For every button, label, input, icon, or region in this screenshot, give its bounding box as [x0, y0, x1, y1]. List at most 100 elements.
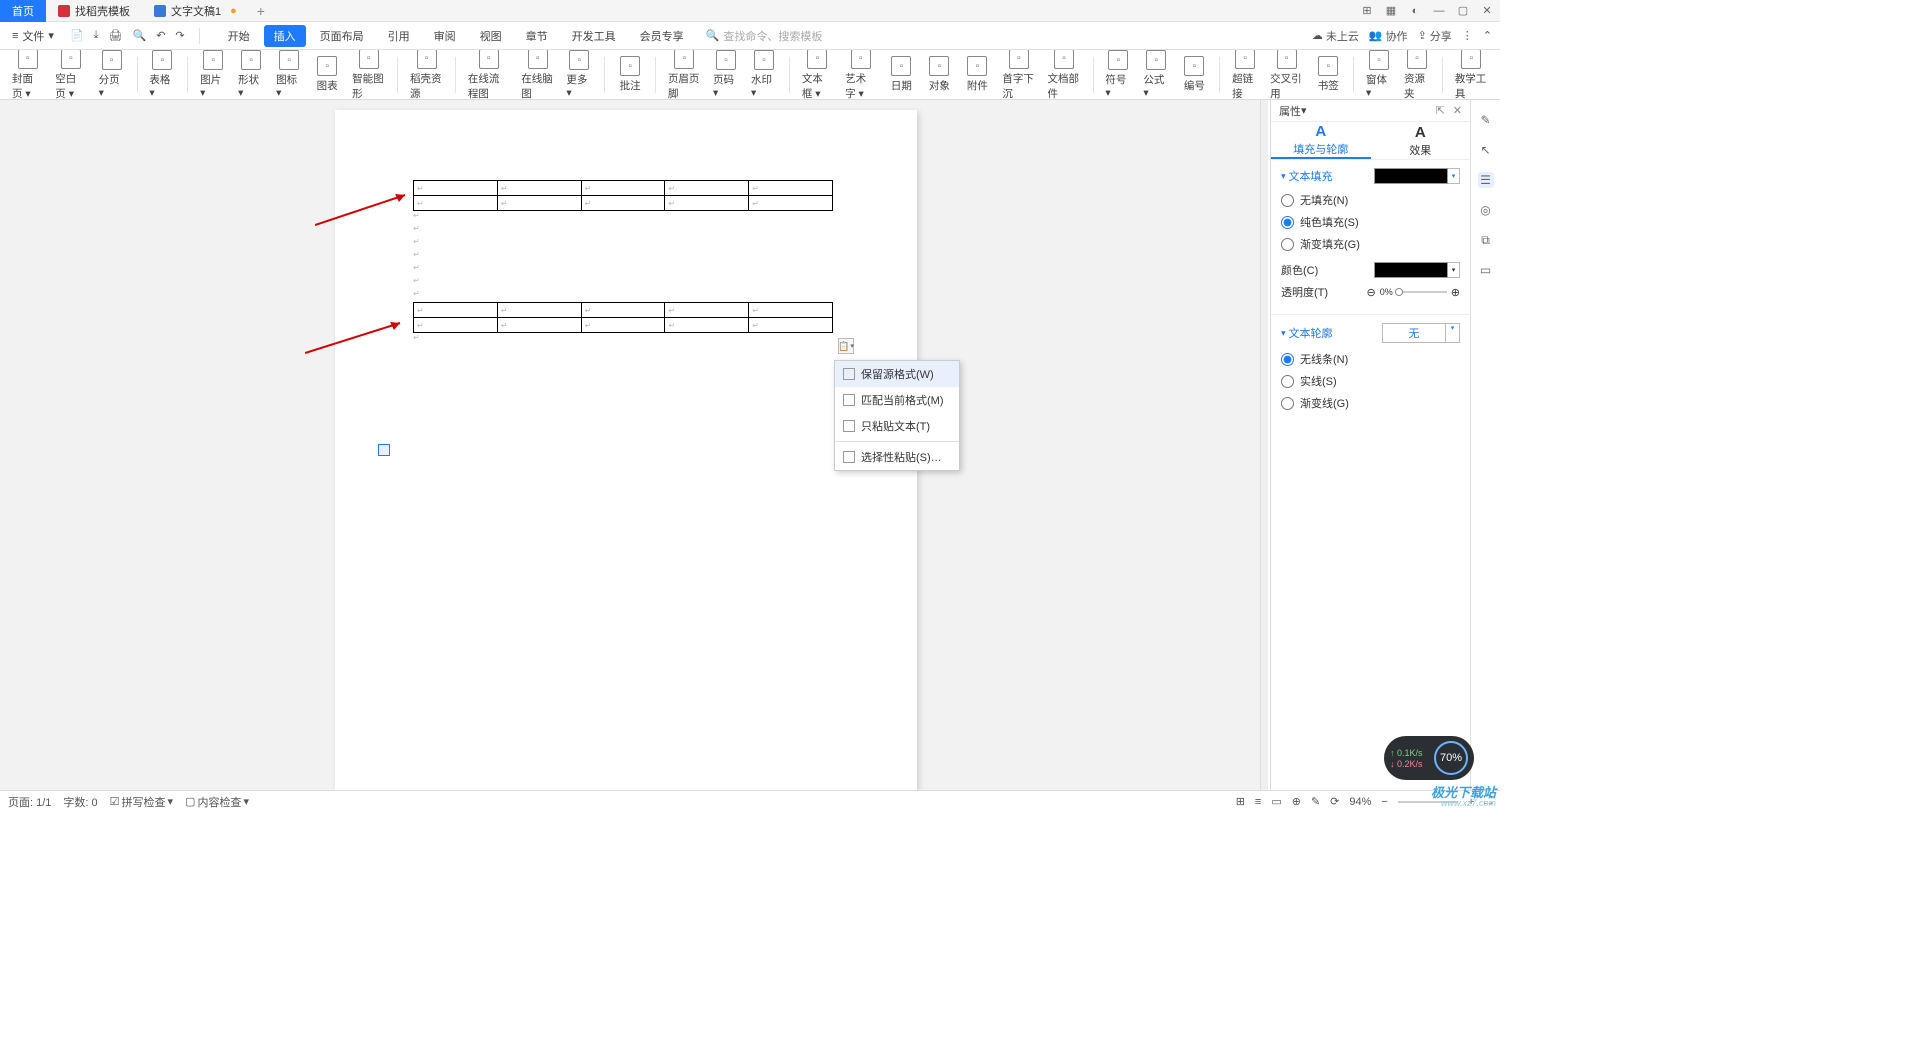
tab-add[interactable]: +: [249, 3, 273, 19]
ribbon-封面页[interactable]: ▫封面页 ▾: [8, 50, 47, 100]
more-icon[interactable]: ⋮: [1462, 29, 1473, 42]
ribbon-符号[interactable]: ▫符号 ▾: [1101, 50, 1135, 99]
view-print-icon[interactable]: ≡: [1255, 796, 1261, 808]
opt-solid-line[interactable]: 实线(S): [1281, 373, 1460, 389]
tab-effect[interactable]: A效果: [1371, 122, 1471, 159]
menu-视图[interactable]: 视图: [470, 25, 512, 47]
ribbon-资源夹[interactable]: ▫资源夹: [1400, 50, 1434, 100]
ribbon-页码[interactable]: ▫页码 ▾: [709, 50, 743, 99]
menu-text-only[interactable]: 只粘贴文本(T): [835, 413, 959, 439]
adjust-icon[interactable]: ☰: [1478, 172, 1494, 188]
ribbon-对象[interactable]: ▫对象: [922, 56, 956, 93]
word-count[interactable]: 字数: 0: [63, 794, 97, 810]
ribbon-空白页[interactable]: ▫空白页 ▾: [51, 50, 90, 100]
content-check[interactable]: ▢ 内容检查 ▾: [185, 794, 249, 810]
ribbon-日期[interactable]: ▫日期: [884, 56, 918, 93]
table-1[interactable]: ↵↵↵↵↵ ↵↵↵↵↵: [413, 180, 833, 211]
section-text-fill[interactable]: 文本填充 ▾: [1281, 168, 1460, 184]
ribbon-首字下沉[interactable]: ▫首字下沉: [998, 50, 1039, 100]
tab-template[interactable]: 找稻壳模板: [46, 0, 142, 22]
view-web-icon[interactable]: ⊞: [1236, 795, 1245, 808]
ribbon-页眉页脚[interactable]: ▫页眉页脚: [664, 50, 705, 100]
opt-no-fill[interactable]: 无填充(N): [1281, 192, 1460, 208]
maximize-button[interactable]: ▢: [1456, 4, 1470, 18]
view-focus-icon[interactable]: ✎: [1311, 795, 1320, 808]
fill-swatch[interactable]: [1374, 168, 1448, 184]
user-avatar-icon[interactable]: ◐: [1408, 4, 1422, 18]
view-read-icon[interactable]: ⊕: [1292, 795, 1301, 808]
page-indicator[interactable]: 页面: 1/1: [8, 794, 51, 810]
fit-icon[interactable]: ⟳: [1330, 795, 1339, 808]
undo-icon[interactable]: ↶: [156, 29, 165, 42]
toolbox-icon[interactable]: ✎: [1478, 112, 1494, 128]
ai-icon[interactable]: ◎: [1478, 202, 1494, 218]
menu-插入[interactable]: 插入: [264, 25, 306, 47]
ribbon-形状[interactable]: ▫形状 ▾: [234, 50, 268, 99]
paste-smart-tag[interactable]: 📋: [838, 338, 854, 354]
page[interactable]: ↵↵↵↵↵ ↵↵↵↵↵ ↵↵↵ ↵↵↵ ↵ ↵↵↵↵↵ ↵↵↵↵↵ ↵: [335, 110, 917, 790]
chevron-up-icon[interactable]: ⌃: [1483, 29, 1492, 42]
ribbon-编号[interactable]: ▫编号: [1177, 56, 1211, 93]
menu-match-dest[interactable]: 匹配当前格式(M): [835, 387, 959, 413]
menu-引用[interactable]: 引用: [378, 25, 420, 47]
book-icon[interactable]: ▭: [1478, 262, 1494, 278]
outline-select[interactable]: 无▾: [1382, 323, 1460, 343]
opt-solid-fill[interactable]: 纯色填充(S): [1281, 214, 1460, 230]
close-panel-icon[interactable]: ✕: [1453, 104, 1462, 117]
open-icon[interactable]: ⤓: [94, 29, 99, 42]
opt-grad-fill[interactable]: 渐变填充(G): [1281, 236, 1460, 252]
ribbon-稻壳资源[interactable]: ▫稻壳资源: [406, 50, 447, 100]
cloud-link[interactable]: ☁ 未上云: [1312, 28, 1359, 44]
section-text-outline[interactable]: 文本轮廓 无▾: [1281, 323, 1460, 343]
ribbon-图表[interactable]: ▫图表: [310, 56, 344, 93]
ribbon-文本框[interactable]: ▫文本框 ▾: [798, 50, 837, 100]
menu-开始[interactable]: 开始: [218, 25, 260, 47]
file-menu[interactable]: ≡ 文件 ▾: [8, 28, 58, 44]
ribbon-书签[interactable]: ▫书签: [1311, 56, 1345, 93]
ribbon-分页[interactable]: ▫分页 ▾: [95, 50, 129, 99]
ribbon-图片[interactable]: ▫图片 ▾: [196, 50, 230, 99]
apps-icon[interactable]: ▦: [1384, 4, 1398, 18]
menu-审阅[interactable]: 审阅: [424, 25, 466, 47]
menu-keep-source[interactable]: 保留源格式(W): [835, 361, 959, 387]
ribbon-交叉引用[interactable]: ▫交叉引用: [1266, 50, 1307, 100]
ribbon-在线流程图[interactable]: ▫在线流程图: [464, 50, 513, 100]
preview-icon[interactable]: 🔍: [133, 29, 147, 42]
redo-icon[interactable]: ↷: [175, 29, 184, 42]
ribbon-公式[interactable]: ▫公式 ▾: [1139, 50, 1173, 99]
command-search[interactable]: 🔍 查找命令、搜索模板: [706, 28, 823, 44]
view-outline-icon[interactable]: ▭: [1271, 795, 1281, 808]
ribbon-表格[interactable]: ▫表格 ▾: [145, 50, 179, 99]
opt-grad-line[interactable]: 渐变线(G): [1281, 395, 1460, 411]
minimize-button[interactable]: —: [1432, 4, 1446, 18]
spell-check[interactable]: ☑ 拼写检查 ▾: [110, 794, 173, 810]
close-button[interactable]: ✕: [1480, 4, 1494, 18]
pointer-icon[interactable]: ↖: [1478, 142, 1494, 158]
menu-开发工具[interactable]: 开发工具: [562, 25, 626, 47]
ribbon-智能图形[interactable]: ▫智能图形: [348, 50, 389, 100]
ribbon-附件[interactable]: ▫附件: [960, 56, 994, 93]
tab-document[interactable]: 文字文稿1●: [142, 0, 249, 22]
opt-no-line[interactable]: 无线条(N): [1281, 351, 1460, 367]
tab-home[interactable]: 首页: [0, 0, 46, 22]
scroll-gutter[interactable]: [1260, 100, 1268, 790]
ribbon-批注[interactable]: ▫批注: [613, 56, 647, 93]
print-icon[interactable]: 🖨: [109, 29, 123, 42]
menu-页面布局[interactable]: 页面布局: [310, 25, 374, 47]
ribbon-文档部件[interactable]: ▫文档部件: [1044, 50, 1085, 100]
ribbon-在线脑图[interactable]: ▫在线脑图: [517, 50, 558, 100]
share-link[interactable]: ⇪ 分享: [1418, 28, 1452, 44]
table-2[interactable]: ↵↵↵↵↵ ↵↵↵↵↵: [413, 302, 833, 333]
pin-icon[interactable]: ⇱: [1436, 104, 1445, 117]
ribbon-艺术字[interactable]: ▫艺术字 ▾: [841, 50, 880, 100]
ribbon-图标[interactable]: ▫图标 ▾: [272, 50, 306, 99]
ribbon-教学工具[interactable]: ▫教学工具: [1451, 50, 1492, 100]
tab-fill-outline[interactable]: A填充与轮廓: [1271, 122, 1371, 159]
ribbon-水印[interactable]: ▫水印 ▾: [747, 50, 781, 99]
ribbon-更多[interactable]: ▫更多 ▾: [562, 50, 596, 99]
menu-paste-special[interactable]: 选择性粘贴(S)…: [835, 444, 959, 470]
menu-会员专享[interactable]: 会员专享: [630, 25, 694, 47]
plus-icon[interactable]: ⊕: [1451, 286, 1460, 299]
menu-章节[interactable]: 章节: [516, 25, 558, 47]
minus-icon[interactable]: ⊖: [1367, 286, 1376, 299]
